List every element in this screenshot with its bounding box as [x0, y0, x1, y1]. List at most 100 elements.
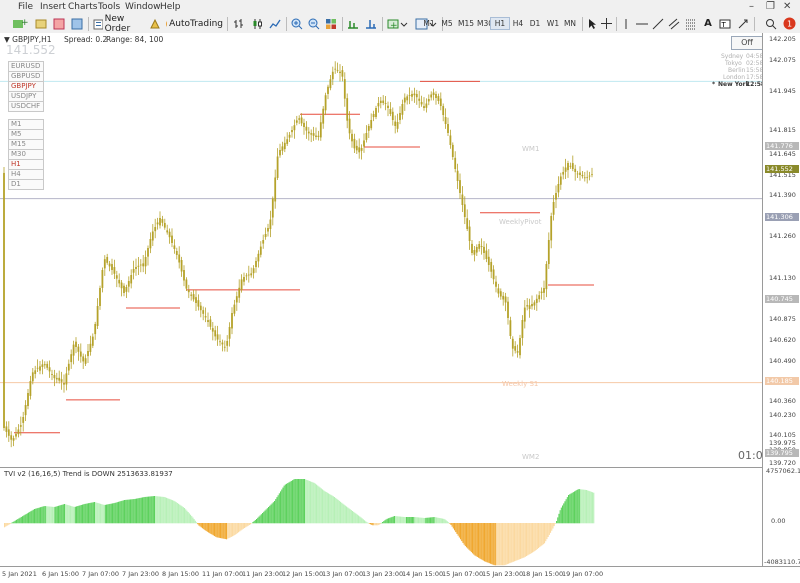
histogram-bar [230, 523, 231, 538]
restore-icon[interactable]: ❐ [766, 1, 775, 12]
candle-body [147, 248, 149, 257]
menu-insert[interactable]: Insert [40, 2, 66, 12]
candle-body [303, 123, 305, 127]
histogram-bar [479, 523, 480, 558]
text-tool-button[interactable]: A [702, 16, 714, 31]
histogram-bar [582, 490, 583, 524]
histogram-bar [543, 523, 544, 544]
menu-tools[interactable]: Tools [98, 2, 120, 12]
tf-mn[interactable]: MN [560, 17, 580, 30]
menu-file[interactable]: File [18, 2, 33, 12]
histogram-bar [282, 488, 283, 524]
menu-help[interactable]: Help [160, 2, 181, 12]
zoom-out-button[interactable] [307, 16, 321, 31]
histogram-bar [314, 483, 315, 523]
candlestick-button[interactable] [250, 16, 264, 31]
histogram-bar [70, 506, 71, 524]
histogram-bar [311, 482, 312, 523]
range-label: Range: 84, 100 [106, 35, 163, 44]
candle-body [387, 106, 389, 108]
histogram-bar [549, 523, 550, 535]
price-axis[interactable]: 142.205 142.075 141.945 141.815 141.645 … [762, 33, 800, 566]
new-order-label: New Order [105, 14, 143, 34]
new-order-button[interactable]: New Order [93, 16, 143, 31]
candle-body [368, 126, 370, 131]
histogram-bar [206, 523, 207, 531]
notifications-button[interactable]: 1 [782, 16, 796, 31]
label-tool-button[interactable]: T [718, 16, 732, 31]
histogram-bar [135, 499, 136, 523]
crosshair-button[interactable] [600, 16, 612, 31]
tf-button-d1[interactable]: D1 [8, 179, 44, 190]
search-button[interactable] [764, 16, 778, 31]
tf-h1[interactable]: H1 [490, 17, 510, 30]
histogram-bar [92, 502, 93, 523]
candle-body [61, 379, 63, 382]
histogram-bar [404, 517, 405, 523]
histogram-bar [566, 499, 567, 523]
line-chart-button[interactable] [268, 16, 282, 31]
tf-m5[interactable]: M5 [437, 17, 457, 30]
histogram-bar [128, 500, 129, 524]
pair-button-usdchf[interactable]: USDCHF [8, 101, 44, 112]
cursor-button[interactable] [586, 16, 598, 31]
histogram-bar [336, 499, 337, 523]
histogram-bar [444, 519, 445, 523]
candle-body [75, 342, 77, 347]
histogram-bar [581, 489, 582, 523]
candle-body [306, 127, 308, 131]
histogram-bar [276, 497, 277, 523]
market-watch-button[interactable] [52, 16, 66, 31]
histogram-bar [227, 523, 228, 539]
price-tick: 140.490 [769, 357, 796, 365]
tf-m1[interactable]: M1 [419, 17, 439, 30]
toolbar-separator [582, 17, 583, 31]
tf-d1[interactable]: D1 [525, 17, 545, 30]
candle-body [445, 117, 447, 124]
histogram-bar [431, 517, 432, 523]
candle-body [49, 367, 51, 371]
channel-button[interactable] [668, 16, 680, 31]
histogram-bar [107, 504, 108, 523]
minimize-icon[interactable]: – [749, 1, 754, 12]
time-axis[interactable]: 5 Jan 2021 6 Jan 15:00 7 Jan 07:00 7 Jan… [0, 566, 800, 583]
histogram-bar [474, 523, 475, 556]
metaeditor-button[interactable] [148, 16, 162, 31]
fibonacci-button[interactable] [684, 16, 698, 31]
toolbar-separator [342, 17, 343, 31]
candle-body [162, 219, 164, 223]
histogram-bar [335, 498, 336, 523]
navigator-button[interactable] [70, 16, 84, 31]
arrows-button[interactable] [736, 16, 750, 31]
menu-window[interactable]: Window [125, 2, 161, 12]
auto-trading-button[interactable]: AutoTrading [165, 16, 223, 31]
candle-body [274, 178, 276, 202]
histogram-bar [176, 502, 177, 523]
horizontal-line-button[interactable] [636, 16, 648, 31]
histogram-bar [360, 517, 361, 523]
label-tool-icon: T [719, 18, 731, 30]
time-tick: 6 Jan 15:00 [42, 570, 79, 578]
trendline-button[interactable] [652, 16, 664, 31]
histogram-bar [561, 508, 562, 524]
candle-body [522, 320, 524, 338]
new-chart-button[interactable]: + [10, 16, 30, 31]
menu-charts[interactable]: Charts [68, 2, 97, 12]
tvi-indicator-window[interactable]: TVI v2 (16,16,5) Trend is DOWN 2513633.8… [0, 467, 762, 567]
close-icon[interactable]: ✕ [783, 1, 791, 12]
off-button[interactable]: Off [731, 36, 763, 50]
histogram-bar [221, 523, 222, 538]
profiles-button[interactable] [34, 16, 48, 31]
candle-body [361, 148, 363, 151]
indicators-button[interactable]: + [386, 16, 410, 31]
zoom-in-button[interactable] [290, 16, 304, 31]
price-chart[interactable]: ▼ GBPJPY,H1 Spread: 0.2 Range: 84, 100 1… [0, 33, 762, 467]
auto-scroll-button[interactable] [346, 16, 360, 31]
candle-body [181, 260, 183, 271]
candle-body [97, 306, 99, 326]
chart-shift-button[interactable] [364, 16, 378, 31]
histogram-bar [64, 504, 65, 523]
tile-windows-button[interactable] [324, 16, 338, 31]
vertical-line-button[interactable] [620, 16, 632, 31]
bar-chart-button[interactable] [232, 16, 246, 31]
